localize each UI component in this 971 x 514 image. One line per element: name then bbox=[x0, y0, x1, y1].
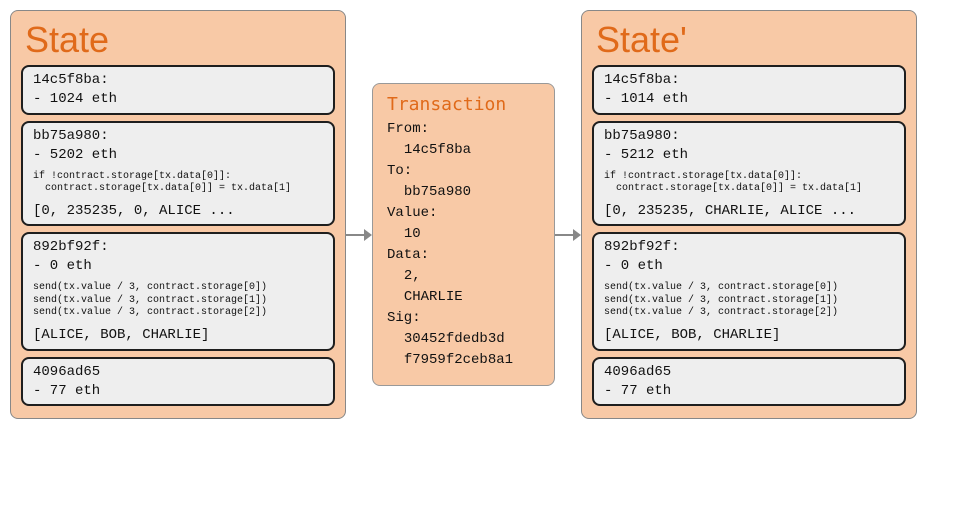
state-before-title: State bbox=[25, 19, 335, 61]
tx-sig-label: Sig: bbox=[387, 310, 421, 326]
state-before-box: State 14c5f8ba: - 1024 eth bb75a980: - 5… bbox=[10, 10, 346, 419]
state-after-title: State' bbox=[596, 19, 906, 61]
account-balance: - 5212 eth bbox=[604, 146, 894, 165]
account-box: 892bf92f: - 0 eth send(tx.value / 3, con… bbox=[592, 232, 906, 350]
account-box: 14c5f8ba: - 1024 eth bbox=[21, 65, 335, 115]
tx-value-value: 10 bbox=[404, 226, 421, 242]
account-code: send(tx.value / 3, contract.storage[0]) … bbox=[604, 282, 894, 320]
account-storage: [ALICE, BOB, CHARLIE] bbox=[604, 326, 894, 345]
transaction-body: From: 14c5f8ba To: bb75a980 Value: 10 Da… bbox=[387, 119, 540, 371]
tx-to-value: bb75a980 bbox=[404, 184, 471, 200]
account-code: if !contract.storage[tx.data[0]]: contra… bbox=[33, 171, 323, 196]
account-balance: - 1014 eth bbox=[604, 90, 894, 109]
account-address: 4096ad65 bbox=[33, 363, 323, 382]
account-balance: - 5202 eth bbox=[33, 146, 323, 165]
account-storage: [ALICE, BOB, CHARLIE] bbox=[33, 326, 323, 345]
arrow-icon bbox=[346, 225, 372, 245]
account-address: 4096ad65 bbox=[604, 363, 894, 382]
tx-data-label: Data: bbox=[387, 247, 429, 263]
transaction-title: Transaction bbox=[387, 94, 540, 115]
account-box: 4096ad65 - 77 eth bbox=[592, 357, 906, 407]
tx-value-label: Value: bbox=[387, 205, 437, 221]
account-storage: [0, 235235, 0, ALICE ... bbox=[33, 202, 323, 221]
state-transition-diagram: State 14c5f8ba: - 1024 eth bb75a980: - 5… bbox=[10, 10, 961, 419]
tx-from-value: 14c5f8ba bbox=[404, 142, 471, 158]
account-address: 892bf92f: bbox=[604, 238, 894, 257]
account-box: 892bf92f: - 0 eth send(tx.value / 3, con… bbox=[21, 232, 335, 350]
tx-data-value: CHARLIE bbox=[404, 289, 463, 305]
account-balance: - 0 eth bbox=[33, 257, 323, 276]
tx-sig-value: 30452fdedb3d bbox=[404, 331, 505, 347]
arrow-icon bbox=[555, 225, 581, 245]
tx-to-label: To: bbox=[387, 163, 412, 179]
account-box: bb75a980: - 5202 eth if !contract.storag… bbox=[21, 121, 335, 227]
tx-data-value: 2, bbox=[404, 268, 421, 284]
account-balance: - 77 eth bbox=[604, 382, 894, 401]
tx-sig-value: f7959f2ceb8a1 bbox=[404, 352, 513, 368]
account-balance: - 0 eth bbox=[604, 257, 894, 276]
account-address: 892bf92f: bbox=[33, 238, 323, 257]
account-balance: - 77 eth bbox=[33, 382, 323, 401]
account-box: bb75a980: - 5212 eth if !contract.storag… bbox=[592, 121, 906, 227]
account-box: 14c5f8ba: - 1014 eth bbox=[592, 65, 906, 115]
account-box: 4096ad65 - 77 eth bbox=[21, 357, 335, 407]
account-address: 14c5f8ba: bbox=[33, 71, 323, 90]
transaction-box: Transaction From: 14c5f8ba To: bb75a980 … bbox=[372, 83, 555, 386]
account-storage: [0, 235235, CHARLIE, ALICE ... bbox=[604, 202, 894, 221]
account-address: bb75a980: bbox=[33, 127, 323, 146]
account-balance: - 1024 eth bbox=[33, 90, 323, 109]
account-address: 14c5f8ba: bbox=[604, 71, 894, 90]
state-after-box: State' 14c5f8ba: - 1014 eth bb75a980: - … bbox=[581, 10, 917, 419]
tx-from-label: From: bbox=[387, 121, 429, 137]
account-address: bb75a980: bbox=[604, 127, 894, 146]
account-code: if !contract.storage[tx.data[0]]: contra… bbox=[604, 171, 894, 196]
account-code: send(tx.value / 3, contract.storage[0]) … bbox=[33, 282, 323, 320]
